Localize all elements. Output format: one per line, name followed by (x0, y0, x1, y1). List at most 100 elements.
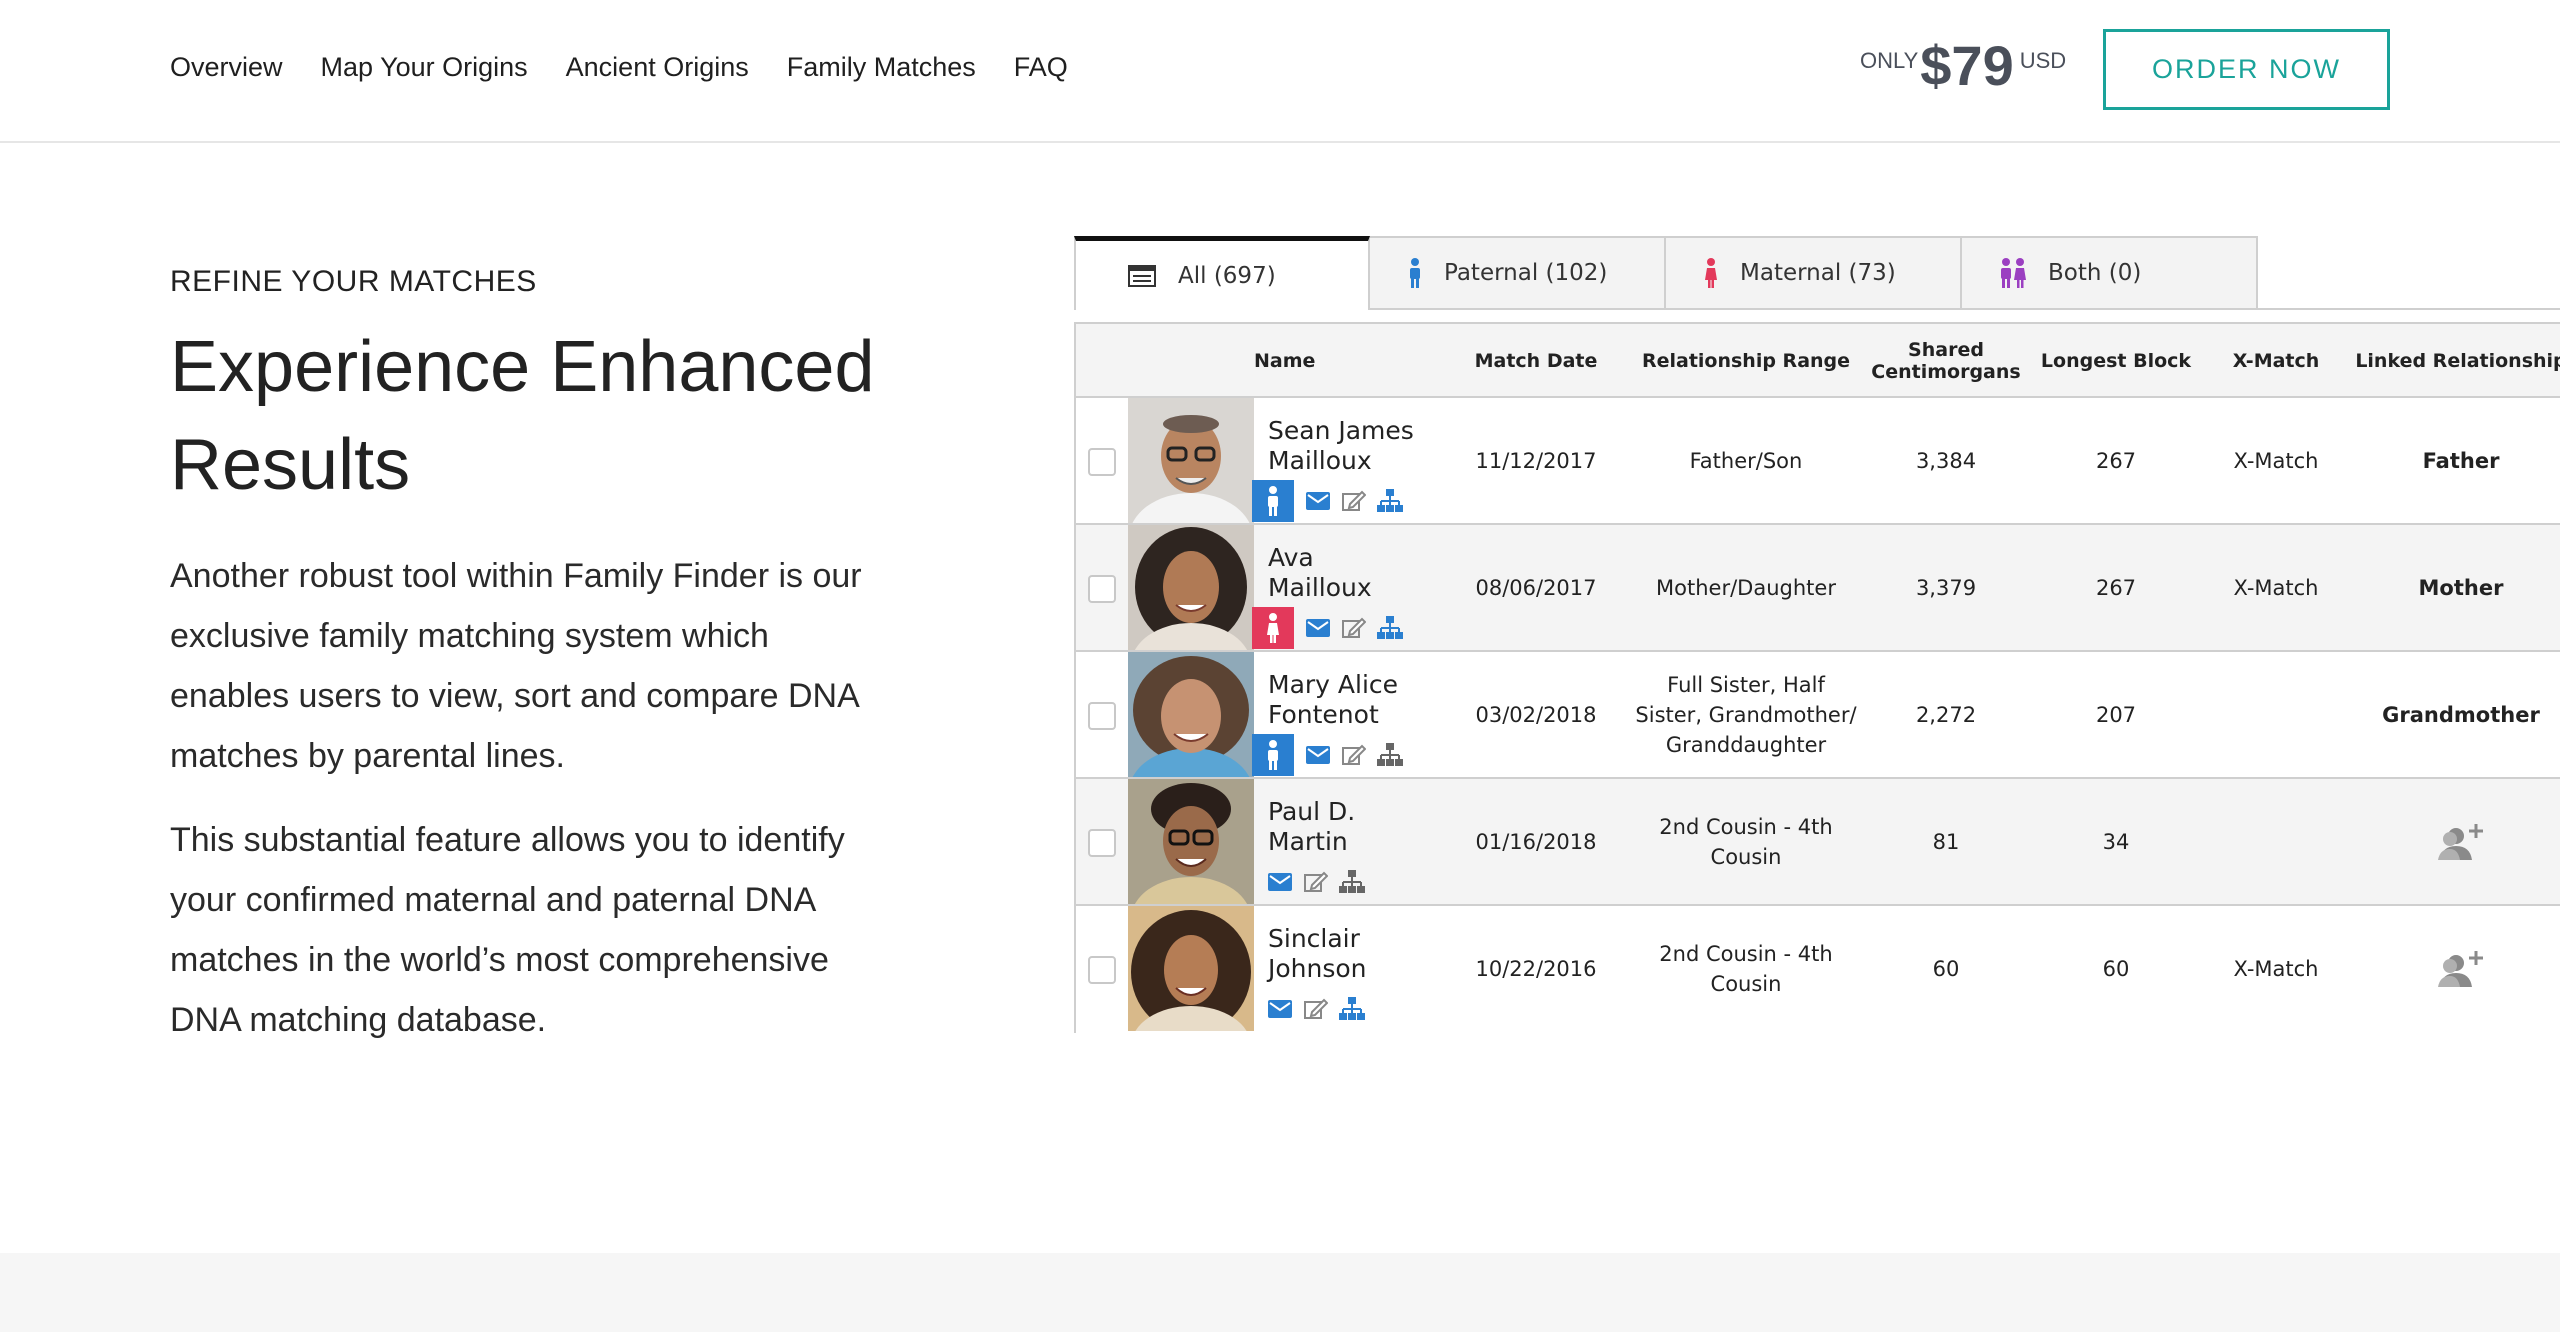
paternal-badge (1252, 734, 1294, 776)
tab-maternal[interactable]: Maternal (73) (1666, 236, 1962, 310)
shared-cm: 60 (1932, 956, 1960, 981)
col-x-match[interactable]: X-Match (2206, 324, 2346, 398)
family-tree-icon[interactable] (1372, 610, 1408, 646)
longest-block: 267 (2095, 448, 2137, 473)
nav-faq[interactable]: FAQ (1014, 52, 1068, 83)
email-icon[interactable] (1300, 483, 1336, 519)
family-tree-icon[interactable] (1334, 991, 1370, 1027)
x-match (2206, 779, 2346, 904)
col-linked-relationship[interactable]: Linked Relationship (2346, 324, 2560, 398)
couple-icon (2000, 258, 2026, 288)
feature-paragraph: This substantial feature allows you to i… (170, 821, 845, 1039)
add-person-icon (2438, 823, 2483, 860)
price-amount: $79 (1920, 34, 2014, 97)
longest-block: 34 (2102, 829, 2130, 854)
linked-relationship: Grandmother (2382, 702, 2540, 727)
order-now-button[interactable]: ORDER NOW (2103, 29, 2390, 110)
edit-note-icon[interactable] (1336, 483, 1372, 519)
intro-paragraph: Another robust tool within Family Finder… (170, 557, 862, 775)
female-icon (1704, 258, 1718, 288)
avatar (1128, 525, 1254, 650)
linked-relationship: Father (2422, 448, 2500, 473)
next-section-band (0, 1253, 2560, 1332)
col-relationship-range[interactable]: Relationship Range (1626, 324, 1866, 398)
row-checkbox[interactable] (1088, 956, 1116, 984)
match-name[interactable]: Paul D. Martin (1268, 797, 1418, 857)
col-name[interactable]: Name (1254, 324, 1394, 398)
nav-map-your-origins[interactable]: Map Your Origins (321, 52, 528, 83)
edit-note-icon[interactable] (1336, 610, 1372, 646)
family-tree-icon[interactable] (1372, 737, 1408, 773)
section-eyebrow: REFINE YOUR MATCHES (170, 265, 537, 298)
match-filter-tabs: All (697) Paternal (102) Maternal (73) B… (1074, 236, 2258, 310)
nav-overview[interactable]: Overview (170, 52, 283, 83)
edit-note-icon[interactable] (1336, 737, 1372, 773)
avatar (1128, 398, 1254, 523)
tab-both[interactable]: Both (0) (1962, 236, 2258, 310)
tab-paternal[interactable]: Paternal (102) (1370, 236, 1666, 310)
tab-all-label: All (697) (1178, 262, 1276, 289)
email-icon[interactable] (1262, 991, 1298, 1027)
row-checkbox[interactable] (1088, 702, 1116, 730)
match-date: 01/16/2018 (1475, 829, 1597, 854)
edit-note-icon[interactable] (1298, 991, 1334, 1027)
relationship-range: Father/Son (1689, 448, 1803, 473)
match-date: 08/06/2017 (1475, 575, 1597, 600)
match-date: 03/02/2018 (1475, 702, 1597, 727)
longest-block: 207 (2095, 702, 2137, 727)
col-match-date[interactable]: Match Date (1446, 324, 1626, 398)
x-match: X-Match (2233, 956, 2319, 981)
x-match: X-Match (2233, 575, 2319, 600)
longest-block: 267 (2095, 575, 2137, 600)
tab-both-label: Both (0) (2048, 260, 2142, 286)
email-icon[interactable] (1300, 610, 1336, 646)
male-icon (1268, 740, 1278, 770)
section-headline: Experience Enhanced Results (170, 327, 875, 505)
table-row: Mary Alice Fontenot 03/02/2018 Full Sist… (1076, 652, 2560, 779)
family-tree-icon[interactable] (1372, 483, 1408, 519)
family-tree-icon[interactable] (1334, 864, 1370, 900)
shared-cm: 81 (1932, 829, 1960, 854)
tab-paternal-label: Paternal (102) (1444, 260, 1608, 286)
family-matches-screenshot: All (697) Paternal (102) Maternal (73) B… (1074, 236, 2560, 1033)
nav-ancient-origins[interactable]: Ancient Origins (566, 52, 749, 83)
edit-note-icon[interactable] (1298, 864, 1334, 900)
male-icon (1408, 258, 1422, 288)
shared-cm: 2,272 (1915, 702, 1977, 727)
row-actions (1252, 734, 1408, 776)
link-relationship-button[interactable] (2346, 906, 2560, 1031)
match-date: 10/22/2016 (1475, 956, 1597, 981)
relationship-range: 2nd Cousin - 4th Cousin (1659, 814, 1833, 869)
match-name[interactable]: Ava Mailloux (1268, 543, 1418, 603)
match-name[interactable]: Sinclair Johnson (1268, 924, 1418, 984)
email-icon[interactable] (1262, 864, 1298, 900)
row-checkbox[interactable] (1088, 448, 1116, 476)
table-header: Name Match Date Relationship Range Share… (1076, 324, 2560, 398)
add-person-icon (2438, 950, 2483, 987)
tabs-divider (1370, 308, 2560, 310)
tab-maternal-label: Maternal (73) (1740, 260, 1896, 286)
shared-cm: 3,379 (1915, 575, 1977, 600)
relationship-range: Full Sister, Half Sister, Grandmother/ G… (1635, 672, 1857, 757)
link-relationship-button[interactable] (2346, 779, 2560, 904)
relationship-range: 2nd Cousin - 4th Cousin (1659, 941, 1833, 996)
email-icon[interactable] (1300, 737, 1336, 773)
site-header: Overview Map Your Origins Ancient Origin… (0, 0, 2560, 143)
paternal-badge (1252, 480, 1294, 522)
x-match (2206, 652, 2346, 777)
x-match: X-Match (2233, 448, 2319, 473)
avatar (1128, 652, 1254, 777)
row-checkbox[interactable] (1088, 575, 1116, 603)
col-longest-block[interactable]: Longest Block (2026, 324, 2206, 398)
match-name[interactable]: Mary Alice Fontenot (1268, 670, 1418, 730)
male-icon (1268, 486, 1278, 516)
price-prefix: ONLY (1860, 48, 1919, 73)
match-name[interactable]: Sean James Mailloux (1268, 416, 1418, 476)
col-shared-cm[interactable]: Shared Centimorgans (1866, 324, 2026, 398)
tab-all[interactable]: All (697) (1074, 236, 1370, 310)
row-checkbox[interactable] (1088, 829, 1116, 857)
row-actions (1262, 988, 1370, 1030)
price-currency: USD (2019, 48, 2067, 73)
nav-family-matches[interactable]: Family Matches (787, 52, 976, 83)
row-actions (1262, 861, 1370, 903)
